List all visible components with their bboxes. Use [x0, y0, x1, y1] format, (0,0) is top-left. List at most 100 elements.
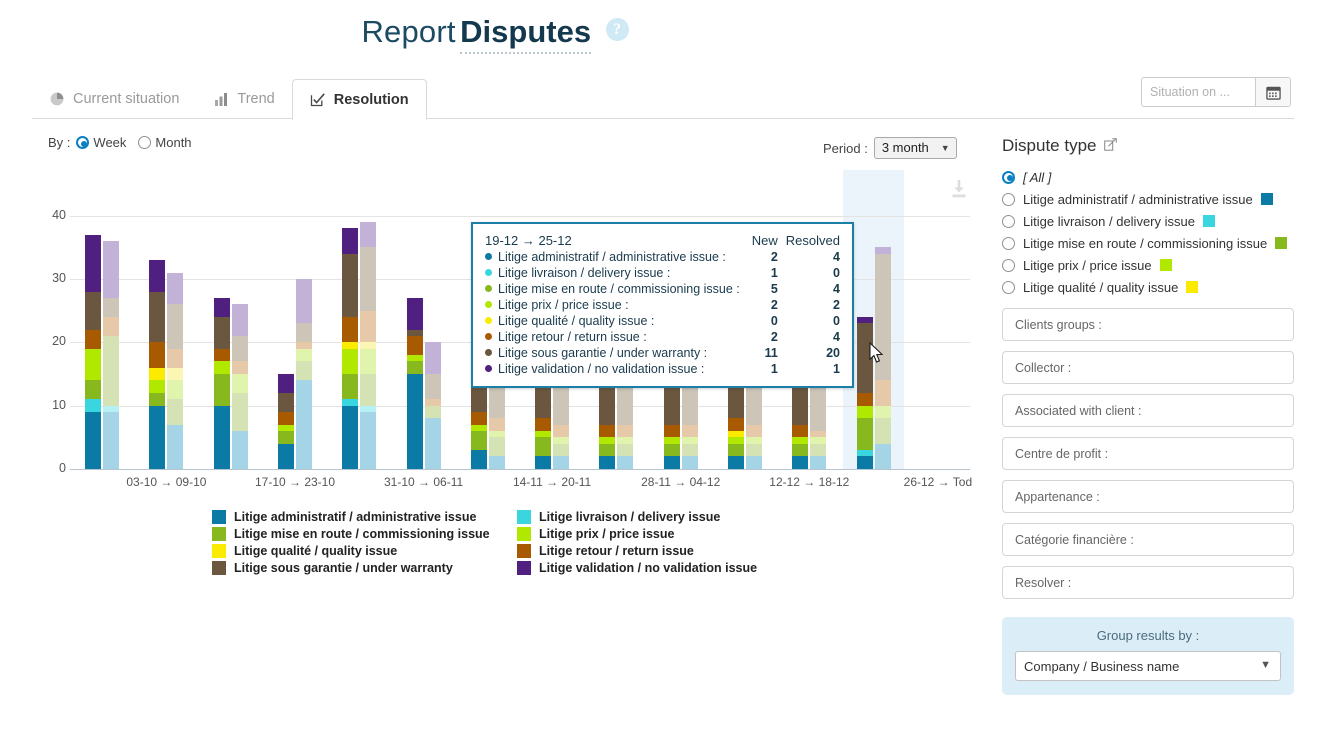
- legend-item[interactable]: Litige administratif / administrative is…: [212, 510, 517, 524]
- bar-resolved[interactable]: [167, 273, 183, 469]
- dispute-type-radio-0[interactable]: [1002, 171, 1015, 184]
- bar-new[interactable]: [85, 235, 101, 469]
- bar-segment-price: [167, 380, 183, 399]
- bar-segment-return: [278, 412, 294, 425]
- legend-item[interactable]: Litige qualité / quality issue: [212, 544, 517, 558]
- tooltip-table: 19-12 → 25-12NewResolvedLitige administr…: [485, 232, 840, 377]
- bar-new[interactable]: [857, 317, 873, 469]
- download-icon[interactable]: [946, 176, 972, 202]
- tooltip-row-label: Litige retour / return issue :: [485, 329, 740, 345]
- dispute-type-option-4[interactable]: Litige prix / price issue: [1002, 254, 1294, 276]
- bar-segment-commissioning: [792, 444, 808, 457]
- legend-item[interactable]: Litige prix / price issue: [517, 527, 812, 541]
- bar-segment-commissioning: [746, 444, 762, 457]
- bar-segment-return: [535, 418, 551, 431]
- filter-field-3[interactable]: Centre de profit :: [1002, 437, 1294, 470]
- legend-item[interactable]: Litige mise en route / commissioning iss…: [212, 527, 517, 541]
- question-mark-icon[interactable]: ?: [606, 18, 629, 41]
- bar-resolved[interactable]: [360, 222, 376, 469]
- bar-segment-administrative: [792, 456, 808, 469]
- dispute-type-swatch-icon: [1160, 259, 1172, 271]
- filter-field-1[interactable]: Collector :: [1002, 351, 1294, 384]
- y-axis-labels: 010203040: [34, 203, 66, 469]
- period-select[interactable]: 3 month ▼: [874, 137, 957, 159]
- filter-field-0[interactable]: Clients groups :: [1002, 308, 1294, 341]
- legend-item[interactable]: Litige livraison / delivery issue: [517, 510, 812, 524]
- dispute-type-radio-2[interactable]: [1002, 215, 1015, 228]
- x-axis-tick: 12-12 → 18-12: [769, 475, 849, 489]
- tooltip-row-label: Litige prix / price issue :: [485, 297, 740, 313]
- bar-segment-warranty: [149, 292, 165, 343]
- tab-trend[interactable]: Trend: [196, 79, 291, 119]
- bar-segment-return: [599, 425, 615, 438]
- bar-segment-price: [857, 406, 873, 419]
- pie-chart-icon: [49, 91, 65, 107]
- bar-segment-price: [296, 349, 312, 362]
- bar-segment-administrative: [103, 412, 119, 469]
- dispute-type-option-label: Litige qualité / quality issue: [1023, 280, 1178, 295]
- bar-resolved[interactable]: [296, 279, 312, 469]
- bar-new[interactable]: [214, 298, 230, 469]
- dispute-type-radio-4[interactable]: [1002, 259, 1015, 272]
- filter-field-label: Appartenance :: [1015, 490, 1100, 504]
- bar-segment-return: [214, 349, 230, 362]
- tab-current-situation[interactable]: Current situation: [32, 79, 196, 119]
- filter-field-4[interactable]: Appartenance :: [1002, 480, 1294, 513]
- radio-by-week[interactable]: Week: [76, 135, 126, 150]
- bar-new[interactable]: [407, 298, 423, 469]
- bar-resolved[interactable]: [103, 241, 119, 469]
- bar-segment-commissioning: [682, 444, 698, 457]
- bar-segment-warranty: [425, 374, 441, 399]
- x-axis-tick: 26-12 → Tod: [904, 475, 973, 489]
- bar-segment-commissioning: [553, 444, 569, 457]
- bar-group: [407, 298, 441, 469]
- bar-new[interactable]: [149, 260, 165, 469]
- tooltip-row: Litige administratif / administrative is…: [485, 249, 840, 265]
- tooltip-row-label: Litige qualité / quality issue :: [485, 313, 740, 329]
- tooltip-row-new: 1: [740, 361, 778, 377]
- tab-resolution[interactable]: Resolution: [292, 79, 427, 120]
- dispute-type-option-0[interactable]: [ All ]: [1002, 166, 1294, 188]
- bar-resolved[interactable]: [232, 304, 248, 469]
- filters-sidebar: Dispute type [ All ]Litige administratif…: [1002, 136, 1294, 695]
- external-link-icon[interactable]: [1104, 138, 1117, 154]
- bar-segment-warranty: [232, 336, 248, 361]
- group-results-label: Group results by :: [1015, 628, 1281, 643]
- dispute-type-radio-3[interactable]: [1002, 237, 1015, 250]
- legend-item[interactable]: Litige sous garantie / under warranty: [212, 561, 517, 575]
- dispute-type-option-5[interactable]: Litige qualité / quality issue: [1002, 276, 1294, 298]
- gridline: [70, 216, 970, 217]
- dispute-type-radio-1[interactable]: [1002, 193, 1015, 206]
- bar-new[interactable]: [342, 228, 358, 469]
- bar-group: [85, 235, 119, 469]
- bar-segment-commissioning: [471, 431, 487, 450]
- dispute-type-option-3[interactable]: Litige mise en route / commissioning iss…: [1002, 232, 1294, 254]
- dispute-type-options: [ All ]Litige administratif / administra…: [1002, 166, 1294, 298]
- dispute-type-option-2[interactable]: Litige livraison / delivery issue: [1002, 210, 1294, 232]
- bar-segment-administrative: [617, 456, 633, 469]
- group-results-select[interactable]: Company / Business name: [1015, 651, 1281, 681]
- bar-resolved[interactable]: [425, 342, 441, 469]
- filter-field-5[interactable]: Catégorie financière :: [1002, 523, 1294, 556]
- legend-item[interactable]: Litige validation / no validation issue: [517, 561, 812, 575]
- radio-by-month-input[interactable]: [138, 136, 151, 149]
- legend-item[interactable]: Litige retour / return issue: [517, 544, 812, 558]
- tooltip-row: Litige validation / no validation issue …: [485, 361, 840, 377]
- dispute-type-radio-5[interactable]: [1002, 281, 1015, 294]
- radio-by-week-input[interactable]: [76, 136, 89, 149]
- filter-field-2[interactable]: Associated with client :: [1002, 394, 1294, 427]
- filter-field-6[interactable]: Resolver :: [1002, 566, 1294, 599]
- legend-item-label: Litige retour / return issue: [539, 544, 694, 558]
- bar-segment-administrative: [535, 456, 551, 469]
- bar-segment-warranty: [167, 304, 183, 348]
- radio-by-month[interactable]: Month: [138, 135, 191, 150]
- bar-segment-return: [746, 425, 762, 438]
- y-axis-tick: 20: [34, 334, 66, 348]
- bar-new[interactable]: [278, 374, 294, 469]
- dispute-type-option-1[interactable]: Litige administratif / administrative is…: [1002, 188, 1294, 210]
- bar-segment-warranty: [85, 292, 101, 330]
- bar-segment-warranty: [360, 247, 376, 310]
- bar-segment-warranty: [103, 298, 119, 317]
- bar-segment-warranty: [278, 393, 294, 412]
- bar-group: [214, 298, 248, 469]
